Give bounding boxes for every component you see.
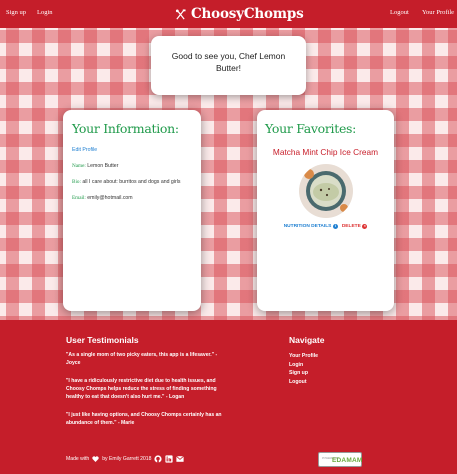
- testimonial-1: "As a single mom of two picky eaters, th…: [66, 352, 218, 366]
- footer-link-login[interactable]: Login: [289, 362, 318, 368]
- heart-icon: [92, 456, 99, 462]
- footer-link-logout[interactable]: Logout: [289, 379, 318, 385]
- made-with-credit: Made with by Emily Garrett 2018: [66, 455, 185, 463]
- info-bio-value: all I care about: burritos and dogs and …: [82, 179, 181, 185]
- nav-signup-link[interactable]: Sign up: [6, 9, 26, 16]
- mail-icon[interactable]: [176, 455, 185, 463]
- favorites-card: Your Favorites: Matcha Mint Chip Ice Cre…: [257, 110, 394, 311]
- info-email-value: emily@hotmail.com: [87, 195, 133, 201]
- brand-logo[interactable]: ChoosyChomps: [175, 4, 304, 24]
- edamam-badge[interactable]: POWERED BY EDAMAM: [318, 452, 362, 467]
- information-title: Your Information:: [72, 121, 179, 136]
- linkedin-icon[interactable]: [165, 455, 174, 463]
- testimonial-3: "I just like having options, and Choosy …: [66, 412, 222, 426]
- made-with-prefix: Made with: [66, 456, 90, 462]
- favorite-item: Matcha Mint Chip Ice Cream NUTRITION DET…: [265, 147, 386, 229]
- navbar: Sign up Login ChoosyChomps Logout Your P…: [0, 0, 457, 28]
- footer-link-signup[interactable]: Sign up: [289, 370, 318, 376]
- info-name-row: Name: Lemon Butter: [72, 163, 192, 169]
- info-name-label: Name:: [72, 163, 86, 169]
- nav-login-link[interactable]: Login: [37, 9, 53, 16]
- info-icon: i: [332, 223, 338, 229]
- info-email-label: Email:: [72, 195, 86, 201]
- favorite-recipe-image[interactable]: [298, 163, 353, 218]
- info-bio-row: Bio: all I care about: burritos and dogs…: [72, 179, 192, 185]
- footer-link-profile[interactable]: Your Profile: [289, 353, 318, 359]
- edit-profile-link[interactable]: Edit Profile: [72, 147, 192, 153]
- favorites-title: Your Favorites:: [265, 121, 357, 136]
- info-name-value: Lemon Butter: [87, 163, 119, 169]
- greeting-card: Good to see you, Chef Lemon Butter!: [151, 36, 306, 95]
- favorite-recipe-name[interactable]: Matcha Mint Chip Ice Cream: [265, 147, 386, 158]
- brand-name: ChoosyChomps: [191, 6, 304, 22]
- cutlery-icon: [175, 8, 186, 19]
- edamam-logo-text: EDAMAM: [332, 457, 363, 464]
- navigate-heading: Navigate: [289, 335, 325, 345]
- footer-nav: Your Profile Login Sign up Logout: [289, 353, 318, 387]
- delete-label: DELETE: [341, 223, 361, 229]
- testimonial-2: "I have a ridiculously restrictive diet …: [66, 378, 217, 400]
- github-icon[interactable]: [154, 455, 163, 463]
- delete-icon: ×: [362, 223, 368, 229]
- nutrition-details-label: NUTRITION DETAILS: [283, 223, 332, 229]
- nutrition-details-button[interactable]: NUTRITION DETAILS i: [283, 223, 338, 229]
- testimonials-heading: User Testimonials: [66, 335, 139, 345]
- info-email-row: Email: emily@hotmail.com: [72, 195, 192, 201]
- delete-favorite-button[interactable]: DELETE ×: [341, 223, 368, 229]
- info-bio-label: Bio:: [72, 179, 81, 185]
- information-card: Your Information: Edit Profile Name: Lem…: [63, 110, 201, 311]
- made-with-suffix: by Emily Garrett 2018: [102, 456, 152, 462]
- nav-profile-link[interactable]: Your Profile: [422, 9, 454, 16]
- nav-logout-link[interactable]: Logout: [390, 9, 409, 16]
